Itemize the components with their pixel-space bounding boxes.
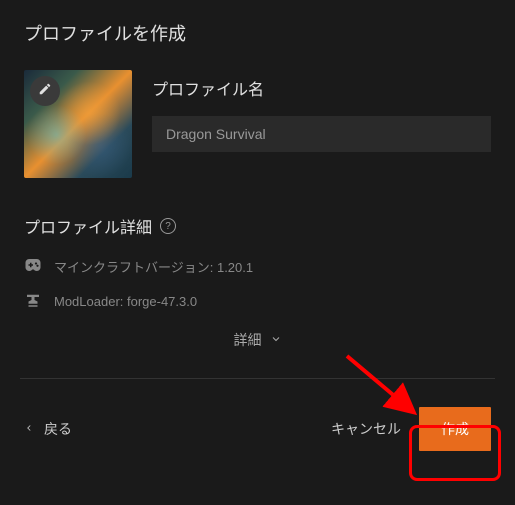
help-icon[interactable]: ? <box>160 218 176 234</box>
profile-name-label: プロファイル名 <box>152 76 491 100</box>
profile-header: プロファイル名 <box>24 70 491 178</box>
divider <box>20 378 495 379</box>
back-label: 戻る <box>44 419 72 439</box>
minecraft-version-row: マインクラフトバージョン: 1.20.1 <box>24 256 491 277</box>
profile-name-column: プロファイル名 <box>152 70 491 152</box>
profile-thumbnail[interactable] <box>24 70 132 178</box>
back-button[interactable]: 戻る <box>24 419 72 439</box>
cancel-button[interactable]: キャンセル <box>331 419 401 439</box>
create-button[interactable]: 作成 <box>419 407 491 451</box>
modloader-text: ModLoader: forge-47.3.0 <box>54 294 197 309</box>
footer-right: キャンセル 作成 <box>331 407 491 451</box>
details-section-label: プロファイル詳細 <box>24 214 152 238</box>
chevron-left-icon <box>24 421 34 438</box>
page-title: プロファイルを作成 <box>24 20 491 46</box>
controller-icon <box>24 256 42 277</box>
chevron-down-icon <box>270 332 282 348</box>
profile-name-input[interactable] <box>152 116 491 152</box>
minecraft-version-text: マインクラフトバージョン: 1.20.1 <box>54 257 253 276</box>
anvil-icon <box>24 291 42 312</box>
edit-thumbnail-button[interactable] <box>30 76 60 106</box>
footer: 戻る キャンセル 作成 <box>24 407 491 451</box>
pencil-icon <box>38 82 52 101</box>
expand-details-label: 詳細 <box>234 330 262 350</box>
expand-details-button[interactable]: 詳細 <box>24 330 491 378</box>
modloader-row: ModLoader: forge-47.3.0 <box>24 291 491 312</box>
details-section-title: プロファイル詳細 ? <box>24 214 491 238</box>
